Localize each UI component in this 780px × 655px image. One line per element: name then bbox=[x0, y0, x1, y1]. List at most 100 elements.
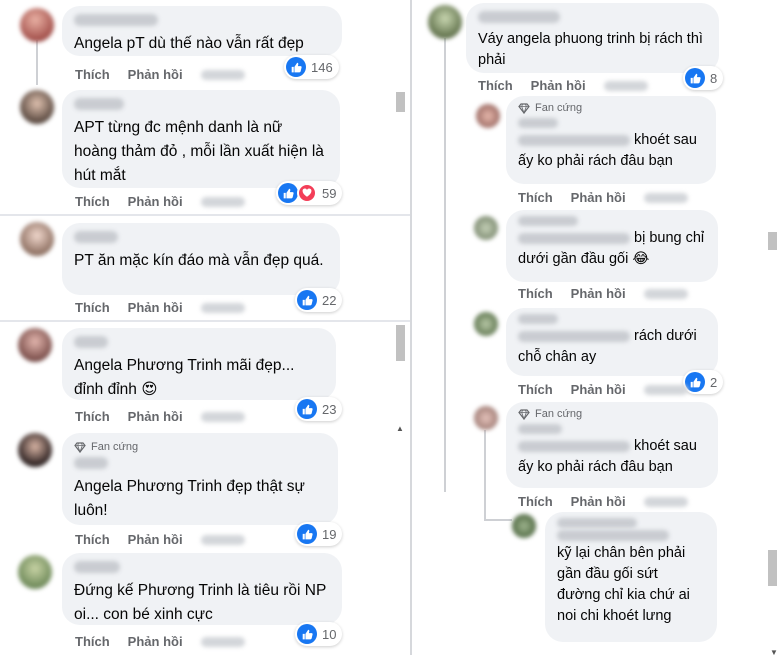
reaction-count: 10 bbox=[322, 626, 337, 642]
reaction-summary[interactable]: 19 bbox=[295, 522, 343, 546]
like-button[interactable]: Thích bbox=[75, 532, 110, 547]
scroll-down-arrow-icon[interactable]: ▼ bbox=[770, 648, 778, 655]
thumbs-up-icon bbox=[297, 290, 317, 310]
timestamp-blurred[interactable] bbox=[603, 80, 648, 91]
badge-label: Fan cứng bbox=[535, 102, 583, 114]
author-name-blurred[interactable] bbox=[74, 98, 124, 110]
reply-button[interactable]: Phản hồi bbox=[571, 190, 626, 205]
column-divider bbox=[410, 0, 412, 655]
comment-actions: Thích Phản hồi bbox=[75, 409, 245, 424]
mention-blurred[interactable] bbox=[518, 232, 630, 244]
like-button[interactable]: Thích bbox=[75, 634, 110, 649]
avatar[interactable] bbox=[18, 328, 52, 362]
author-name-blurred[interactable] bbox=[74, 14, 158, 26]
like-button[interactable]: Thích bbox=[518, 494, 553, 509]
reaction-summary[interactable]: 2 bbox=[683, 370, 724, 394]
mention-blurred[interactable] bbox=[557, 530, 669, 541]
author-name-blurred[interactable] bbox=[74, 336, 108, 348]
timestamp-blurred[interactable] bbox=[643, 192, 688, 203]
reaction-count: 22 bbox=[322, 292, 337, 308]
avatar[interactable] bbox=[474, 216, 498, 240]
timestamp-blurred[interactable] bbox=[200, 69, 245, 80]
mention-blurred[interactable] bbox=[518, 134, 630, 146]
fan-badge: Fan cứng bbox=[518, 408, 706, 420]
comment-actions: Thích Phản hồi bbox=[518, 190, 688, 205]
comment-bubble: Fan cứng Angela Phương Trinh đẹp thật sự… bbox=[62, 433, 338, 525]
reaction-summary[interactable]: 10 bbox=[295, 622, 343, 646]
avatar[interactable] bbox=[512, 514, 536, 538]
author-name-blurred[interactable] bbox=[74, 231, 118, 243]
author-name-blurred[interactable] bbox=[518, 216, 578, 226]
reply-button[interactable]: Phản hồi bbox=[128, 194, 183, 209]
like-button[interactable]: Thích bbox=[75, 67, 110, 82]
reply-button[interactable]: Phản hồi bbox=[531, 78, 586, 93]
like-button[interactable]: Thích bbox=[518, 382, 553, 397]
thumbs-up-icon bbox=[286, 57, 306, 77]
reply-button[interactable]: Phản hồi bbox=[128, 634, 183, 649]
mention-blurred[interactable] bbox=[518, 330, 630, 342]
author-name-blurred[interactable] bbox=[518, 424, 562, 434]
timestamp-blurred[interactable] bbox=[200, 302, 245, 313]
reaction-count: 146 bbox=[311, 59, 333, 75]
thumbs-up-icon bbox=[297, 399, 317, 419]
scrollbar-thumb[interactable] bbox=[768, 232, 777, 250]
author-name-blurred[interactable] bbox=[74, 561, 120, 573]
reply-button[interactable]: Phản hồi bbox=[571, 382, 626, 397]
reaction-summary[interactable]: 59 bbox=[276, 181, 343, 205]
author-name-blurred[interactable] bbox=[478, 11, 560, 23]
timestamp-blurred[interactable] bbox=[200, 196, 245, 207]
avatar[interactable] bbox=[18, 433, 52, 467]
reaction-summary[interactable]: 146 bbox=[284, 55, 339, 79]
mention-blurred[interactable] bbox=[518, 440, 630, 452]
scrollbar-thumb[interactable] bbox=[768, 550, 777, 586]
reply-button[interactable]: Phản hồi bbox=[128, 409, 183, 424]
thread-line bbox=[484, 430, 486, 520]
reaction-summary[interactable]: 22 bbox=[295, 288, 343, 312]
author-name-blurred[interactable] bbox=[518, 118, 558, 128]
avatar[interactable] bbox=[18, 555, 52, 589]
reply-button[interactable]: Phản hồi bbox=[128, 532, 183, 547]
avatar[interactable] bbox=[20, 8, 54, 42]
scrollbar-thumb[interactable] bbox=[396, 325, 405, 361]
thumbs-up-icon bbox=[685, 68, 705, 88]
timestamp-blurred[interactable] bbox=[200, 411, 245, 422]
author-name-blurred[interactable] bbox=[518, 314, 558, 324]
timestamp-blurred[interactable] bbox=[200, 534, 245, 545]
like-button[interactable]: Thích bbox=[518, 286, 553, 301]
comment-bubble: Fan cứng khoét sau ấy ko phải rách đâu b… bbox=[506, 96, 716, 184]
timestamp-blurred[interactable] bbox=[200, 636, 245, 647]
comment-text: PT ăn mặc kín đáo mà vẫn đẹp quá. bbox=[74, 252, 324, 269]
comment-bubble: Fan cứng khoét sau ấy ko phải rách đâu b… bbox=[506, 402, 718, 488]
reply-button[interactable]: Phản hồi bbox=[571, 494, 626, 509]
timestamp-blurred[interactable] bbox=[643, 384, 688, 395]
reaction-summary[interactable]: 23 bbox=[295, 397, 343, 421]
like-button[interactable]: Thích bbox=[75, 300, 110, 315]
fan-badge: Fan cứng bbox=[74, 441, 326, 453]
reply-button[interactable]: Phản hồi bbox=[571, 286, 626, 301]
fan-badge: Fan cứng bbox=[518, 102, 704, 114]
avatar[interactable] bbox=[476, 104, 500, 128]
reply-button[interactable]: Phản hồi bbox=[128, 67, 183, 82]
author-name-blurred[interactable] bbox=[74, 457, 108, 469]
like-button[interactable]: Thích bbox=[478, 78, 513, 93]
author-name-blurred[interactable] bbox=[557, 518, 637, 528]
reaction-summary[interactable]: 8 bbox=[683, 66, 724, 90]
like-button[interactable]: Thích bbox=[75, 409, 110, 424]
avatar[interactable] bbox=[20, 90, 54, 124]
timestamp-blurred[interactable] bbox=[643, 496, 688, 507]
avatar[interactable] bbox=[428, 5, 462, 39]
reply-button[interactable]: Phản hồi bbox=[128, 300, 183, 315]
avatar[interactable] bbox=[20, 222, 54, 256]
avatar[interactable] bbox=[474, 312, 498, 336]
timestamp-blurred[interactable] bbox=[643, 288, 688, 299]
comment-bubble: Đứng kế Phương Trinh là tiêu rồi NP oi..… bbox=[62, 553, 342, 625]
scrollbar-thumb[interactable] bbox=[396, 92, 405, 112]
thumbs-up-icon bbox=[685, 372, 705, 392]
comment-actions: Thích Phản hồi bbox=[518, 382, 688, 397]
comment-actions: Thích Phản hồi bbox=[518, 494, 688, 509]
avatar[interactable] bbox=[474, 406, 498, 430]
comment-actions: Thích Phản hồi bbox=[75, 194, 245, 209]
scroll-down-arrow-icon[interactable]: ▲ bbox=[396, 424, 404, 433]
like-button[interactable]: Thích bbox=[518, 190, 553, 205]
like-button[interactable]: Thích bbox=[75, 194, 110, 209]
